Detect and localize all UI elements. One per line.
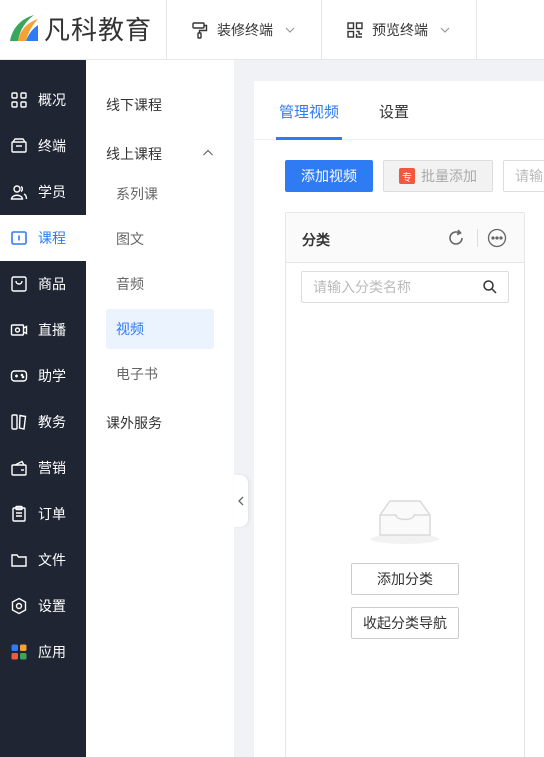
- terminal-icon: [10, 137, 28, 155]
- submenu-online-label: 线上课程: [106, 146, 162, 162]
- collapse-submenu-handle[interactable]: [234, 475, 248, 527]
- active-tab-indicator: [276, 137, 342, 140]
- sidebar-item-label: 订单: [38, 506, 66, 522]
- sidebar-item-label: 营销: [38, 460, 66, 476]
- sidebar-item-label: 教务: [38, 414, 66, 430]
- paint-roller-icon: [192, 22, 208, 39]
- tab-settings[interactable]: 设置: [379, 101, 409, 122]
- tab-manage-video[interactable]: 管理视频: [279, 101, 339, 122]
- sidebar-item-label: 文件: [38, 552, 66, 568]
- main-content: 管理视频 设置 添加视频 专 批量添加 请输 分类 请输入分类名称 添加分类 收…: [254, 81, 544, 757]
- preview-terminal-button[interactable]: 预览终端: [321, 0, 477, 60]
- sidebar-item-academic[interactable]: 教务: [0, 399, 86, 445]
- submenu-article[interactable]: 图文: [106, 219, 214, 259]
- pro-badge: 专: [399, 168, 415, 184]
- sidebar-item-label: 设置: [38, 598, 66, 614]
- sidebar-item-label: 学员: [38, 184, 66, 200]
- order-icon: [10, 505, 28, 523]
- category-search-input[interactable]: 请输入分类名称: [301, 271, 509, 303]
- logo[interactable]: 凡科教育: [6, 8, 152, 48]
- sidebar-item-settings[interactable]: 设置: [0, 583, 86, 629]
- submenu-audio[interactable]: 音频: [106, 264, 214, 304]
- submenu-series[interactable]: 系列课: [106, 174, 214, 214]
- more-icon[interactable]: [487, 228, 507, 248]
- preview-terminal-label: 预览终端: [372, 22, 428, 38]
- sidebar-item-apps[interactable]: 应用: [0, 629, 86, 675]
- sidebar-item-marketing[interactable]: 营销: [0, 445, 86, 491]
- qrcode-icon: [347, 22, 363, 38]
- sidebar-item-label: 助学: [38, 368, 66, 384]
- sidebar-item-terminal[interactable]: 终端: [0, 123, 86, 169]
- submenu-video[interactable]: 视频: [106, 309, 214, 349]
- sidebar-item-files[interactable]: 文件: [0, 537, 86, 583]
- sidebar-item-goods[interactable]: 商品: [0, 261, 86, 307]
- submenu-offline-course[interactable]: 线下课程: [106, 95, 162, 115]
- sidebar-item-live[interactable]: 直播: [0, 307, 86, 353]
- sidebar-item-assist[interactable]: 助学: [0, 353, 86, 399]
- sidebar-item-label: 终端: [38, 138, 66, 154]
- top-header: 凡科教育 装修终端 预览终端: [0, 0, 544, 60]
- batch-add-button[interactable]: 专 批量添加: [383, 160, 493, 192]
- folder-icon: [10, 551, 28, 569]
- academic-icon: [10, 413, 28, 431]
- sidebar-item-label: 应用: [38, 644, 66, 660]
- chevron-left-icon: [238, 496, 244, 506]
- course-icon: [10, 229, 28, 247]
- category-search-placeholder: 请输入分类名称: [313, 279, 411, 295]
- goods-icon: [10, 275, 28, 293]
- video-search-input[interactable]: 请输: [503, 160, 544, 192]
- divider: [477, 229, 478, 247]
- sidebar-item-label: 直播: [38, 322, 66, 338]
- main-sidebar: 概况 终端 学员 课程 商品 直播 助学 教务 营销 订单 文件 设置 应用: [0, 60, 86, 757]
- logo-text: 凡科教育: [44, 15, 153, 46]
- decorate-terminal-button[interactable]: 装修终端: [166, 0, 321, 60]
- logo-mark-icon: [10, 15, 38, 41]
- batch-add-label: 批量添加: [421, 168, 477, 184]
- chevron-up-icon: [203, 149, 213, 156]
- decorate-terminal-label: 装修终端: [217, 22, 273, 38]
- category-title: 分类: [302, 232, 330, 248]
- sidebar-item-order[interactable]: 订单: [0, 491, 86, 537]
- live-icon: [10, 321, 28, 339]
- submenu-extra-service[interactable]: 课外服务: [106, 413, 162, 433]
- sidebar-item-label: 商品: [38, 276, 66, 292]
- category-header: 分类: [286, 213, 524, 263]
- chevron-down-icon: [285, 27, 295, 33]
- sidebar-item-label: 概况: [38, 92, 66, 108]
- tab-bar: 管理视频 设置: [254, 81, 544, 140]
- sidebar-item-students[interactable]: 学员: [0, 169, 86, 215]
- category-panel: 分类 请输入分类名称 添加分类 收起分类导航: [285, 212, 525, 757]
- course-submenu: 线下课程 线上课程 系列课 图文 音频 视频 电子书 课外服务: [86, 60, 234, 757]
- chevron-down-icon: [440, 27, 450, 33]
- sidebar-item-overview[interactable]: 概况: [0, 77, 86, 123]
- apps-icon: [10, 643, 28, 661]
- search-icon[interactable]: [482, 279, 498, 295]
- marketing-icon: [10, 459, 28, 477]
- gamepad-icon: [10, 367, 28, 385]
- empty-inbox-icon: [371, 500, 439, 544]
- sidebar-item-label: 课程: [38, 230, 66, 246]
- refresh-icon[interactable]: [446, 228, 466, 248]
- dashboard-icon: [10, 91, 28, 109]
- add-category-button[interactable]: 添加分类: [351, 563, 459, 595]
- sidebar-item-course[interactable]: 课程: [0, 215, 86, 261]
- add-video-button[interactable]: 添加视频: [285, 160, 373, 192]
- submenu-ebook[interactable]: 电子书: [106, 354, 214, 394]
- students-icon: [10, 183, 28, 201]
- settings-icon: [10, 597, 28, 615]
- collapse-category-nav-button[interactable]: 收起分类导航: [351, 607, 459, 639]
- submenu-online-course[interactable]: 线上课程: [106, 144, 216, 164]
